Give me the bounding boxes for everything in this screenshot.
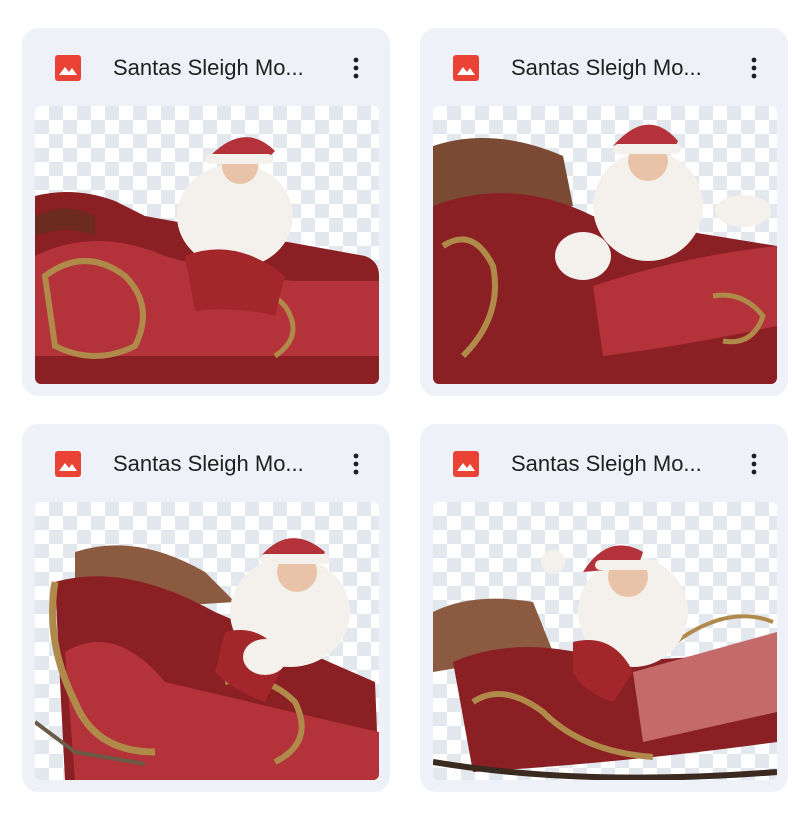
image-thumbnail[interactable] <box>35 502 379 780</box>
image-thumbnail[interactable] <box>433 502 777 780</box>
more-vert-icon <box>751 453 757 475</box>
image-thumbnail[interactable] <box>433 106 777 384</box>
file-card[interactable]: Santas Sleigh Mo... <box>420 28 788 396</box>
santa-sleigh-preview <box>433 124 777 384</box>
more-options-button[interactable] <box>338 446 374 482</box>
image-file-icon <box>55 451 81 477</box>
file-card-header: Santas Sleigh Mo... <box>22 424 390 502</box>
file-card[interactable]: Santas Sleigh Mo... <box>420 424 788 792</box>
more-options-button[interactable] <box>338 50 374 86</box>
image-file-icon <box>453 451 479 477</box>
file-card-header: Santas Sleigh Mo... <box>420 28 788 106</box>
more-options-button[interactable] <box>736 446 772 482</box>
image-thumbnail[interactable] <box>35 106 379 384</box>
file-card-header: Santas Sleigh Mo... <box>22 28 390 106</box>
image-file-icon <box>55 55 81 81</box>
image-file-icon <box>453 55 479 81</box>
file-card[interactable]: Santas Sleigh Mo... <box>22 28 390 396</box>
more-options-button[interactable] <box>736 50 772 86</box>
more-vert-icon <box>751 57 757 79</box>
file-card[interactable]: Santas Sleigh Mo... <box>22 424 390 792</box>
file-title[interactable]: Santas Sleigh Mo... <box>113 54 331 82</box>
file-title[interactable]: Santas Sleigh Mo... <box>511 450 729 478</box>
santa-sleigh-preview <box>35 538 379 780</box>
file-title[interactable]: Santas Sleigh Mo... <box>113 450 331 478</box>
file-card-header: Santas Sleigh Mo... <box>420 424 788 502</box>
more-vert-icon <box>353 57 359 79</box>
file-title[interactable]: Santas Sleigh Mo... <box>511 54 729 82</box>
santa-sleigh-preview <box>35 137 379 384</box>
more-vert-icon <box>353 453 359 475</box>
santa-sleigh-preview <box>433 545 777 780</box>
